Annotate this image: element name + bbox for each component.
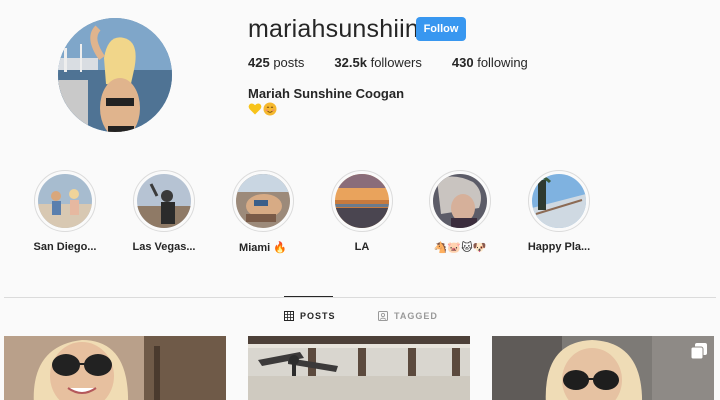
highlight-label: LA	[354, 241, 370, 253]
profile-stats: 425 posts 32.5k followers 430 following	[248, 55, 558, 70]
carousel-icon	[690, 343, 707, 360]
profile-full-name: Mariah Sunshine Coogan	[248, 86, 405, 101]
followers-label: followers	[370, 55, 422, 70]
grid-icon	[284, 311, 294, 321]
highlight-ring	[133, 170, 195, 232]
posts-stat: 425 posts	[248, 55, 304, 70]
highlight-las-vegas[interactable]: Las Vegas...	[114, 170, 214, 255]
highlight-cover	[335, 174, 389, 228]
follow-button[interactable]: Follow	[416, 17, 466, 41]
followers-stat[interactable]: 32.5k followers	[334, 55, 421, 70]
tab-posts-label: POSTS	[300, 311, 336, 321]
post-image	[248, 336, 470, 400]
post-thumbnail[interactable]	[248, 336, 470, 400]
highlight-cover	[532, 174, 586, 228]
tab-tagged-label: TAGGED	[394, 311, 438, 321]
following-count: 430	[451, 55, 474, 70]
post-thumbnail[interactable]	[492, 336, 714, 400]
blush-face-icon	[263, 102, 277, 116]
highlight-animals[interactable]: 🐴🐷🐱🐶	[410, 170, 510, 255]
highlight-cover	[236, 174, 290, 228]
following-stat[interactable]: 430 following	[452, 55, 528, 70]
yellow-heart-icon	[248, 103, 262, 115]
highlight-ring	[528, 170, 590, 232]
highlight-label: Happy Pla...	[527, 241, 591, 253]
profile-bio	[248, 102, 277, 116]
profile-avatar[interactable]	[58, 18, 172, 132]
highlight-cover	[38, 174, 92, 228]
active-tab-indicator	[284, 296, 333, 297]
tab-tagged[interactable]: TAGGED	[378, 311, 438, 321]
highlight-cover	[137, 174, 191, 228]
highlight-label: San Diego...	[33, 241, 97, 253]
following-label: following	[477, 55, 528, 70]
highlight-miami[interactable]: Miami 🔥	[213, 170, 313, 255]
post-thumbnail[interactable]	[4, 336, 226, 400]
highlight-cover	[433, 174, 487, 228]
highlight-ring	[331, 170, 393, 232]
followers-count: 32.5k	[334, 55, 367, 70]
highlight-label: Las Vegas...	[132, 241, 196, 253]
avatar-photo	[58, 18, 172, 132]
posts-count: 425	[248, 55, 270, 70]
highlight-label: Miami 🔥	[239, 242, 287, 254]
tab-posts[interactable]: POSTS	[284, 311, 336, 321]
posts-label: posts	[273, 55, 305, 70]
tabs-divider	[4, 297, 716, 298]
tagged-icon	[378, 311, 388, 321]
post-image	[4, 336, 226, 400]
highlight-san-diego[interactable]: San Diego...	[15, 170, 115, 255]
highlight-la[interactable]: LA	[312, 170, 412, 255]
story-highlights: San Diego... Las Vegas... Miami 🔥 LA 🐴🐷🐱…	[0, 170, 720, 260]
highlight-label: 🐴🐷🐱🐶	[433, 242, 487, 254]
post-image	[492, 336, 714, 400]
highlight-happy-place[interactable]: Happy Pla...	[509, 170, 609, 255]
highlight-ring	[429, 170, 491, 232]
highlight-ring	[232, 170, 294, 232]
highlight-ring	[34, 170, 96, 232]
